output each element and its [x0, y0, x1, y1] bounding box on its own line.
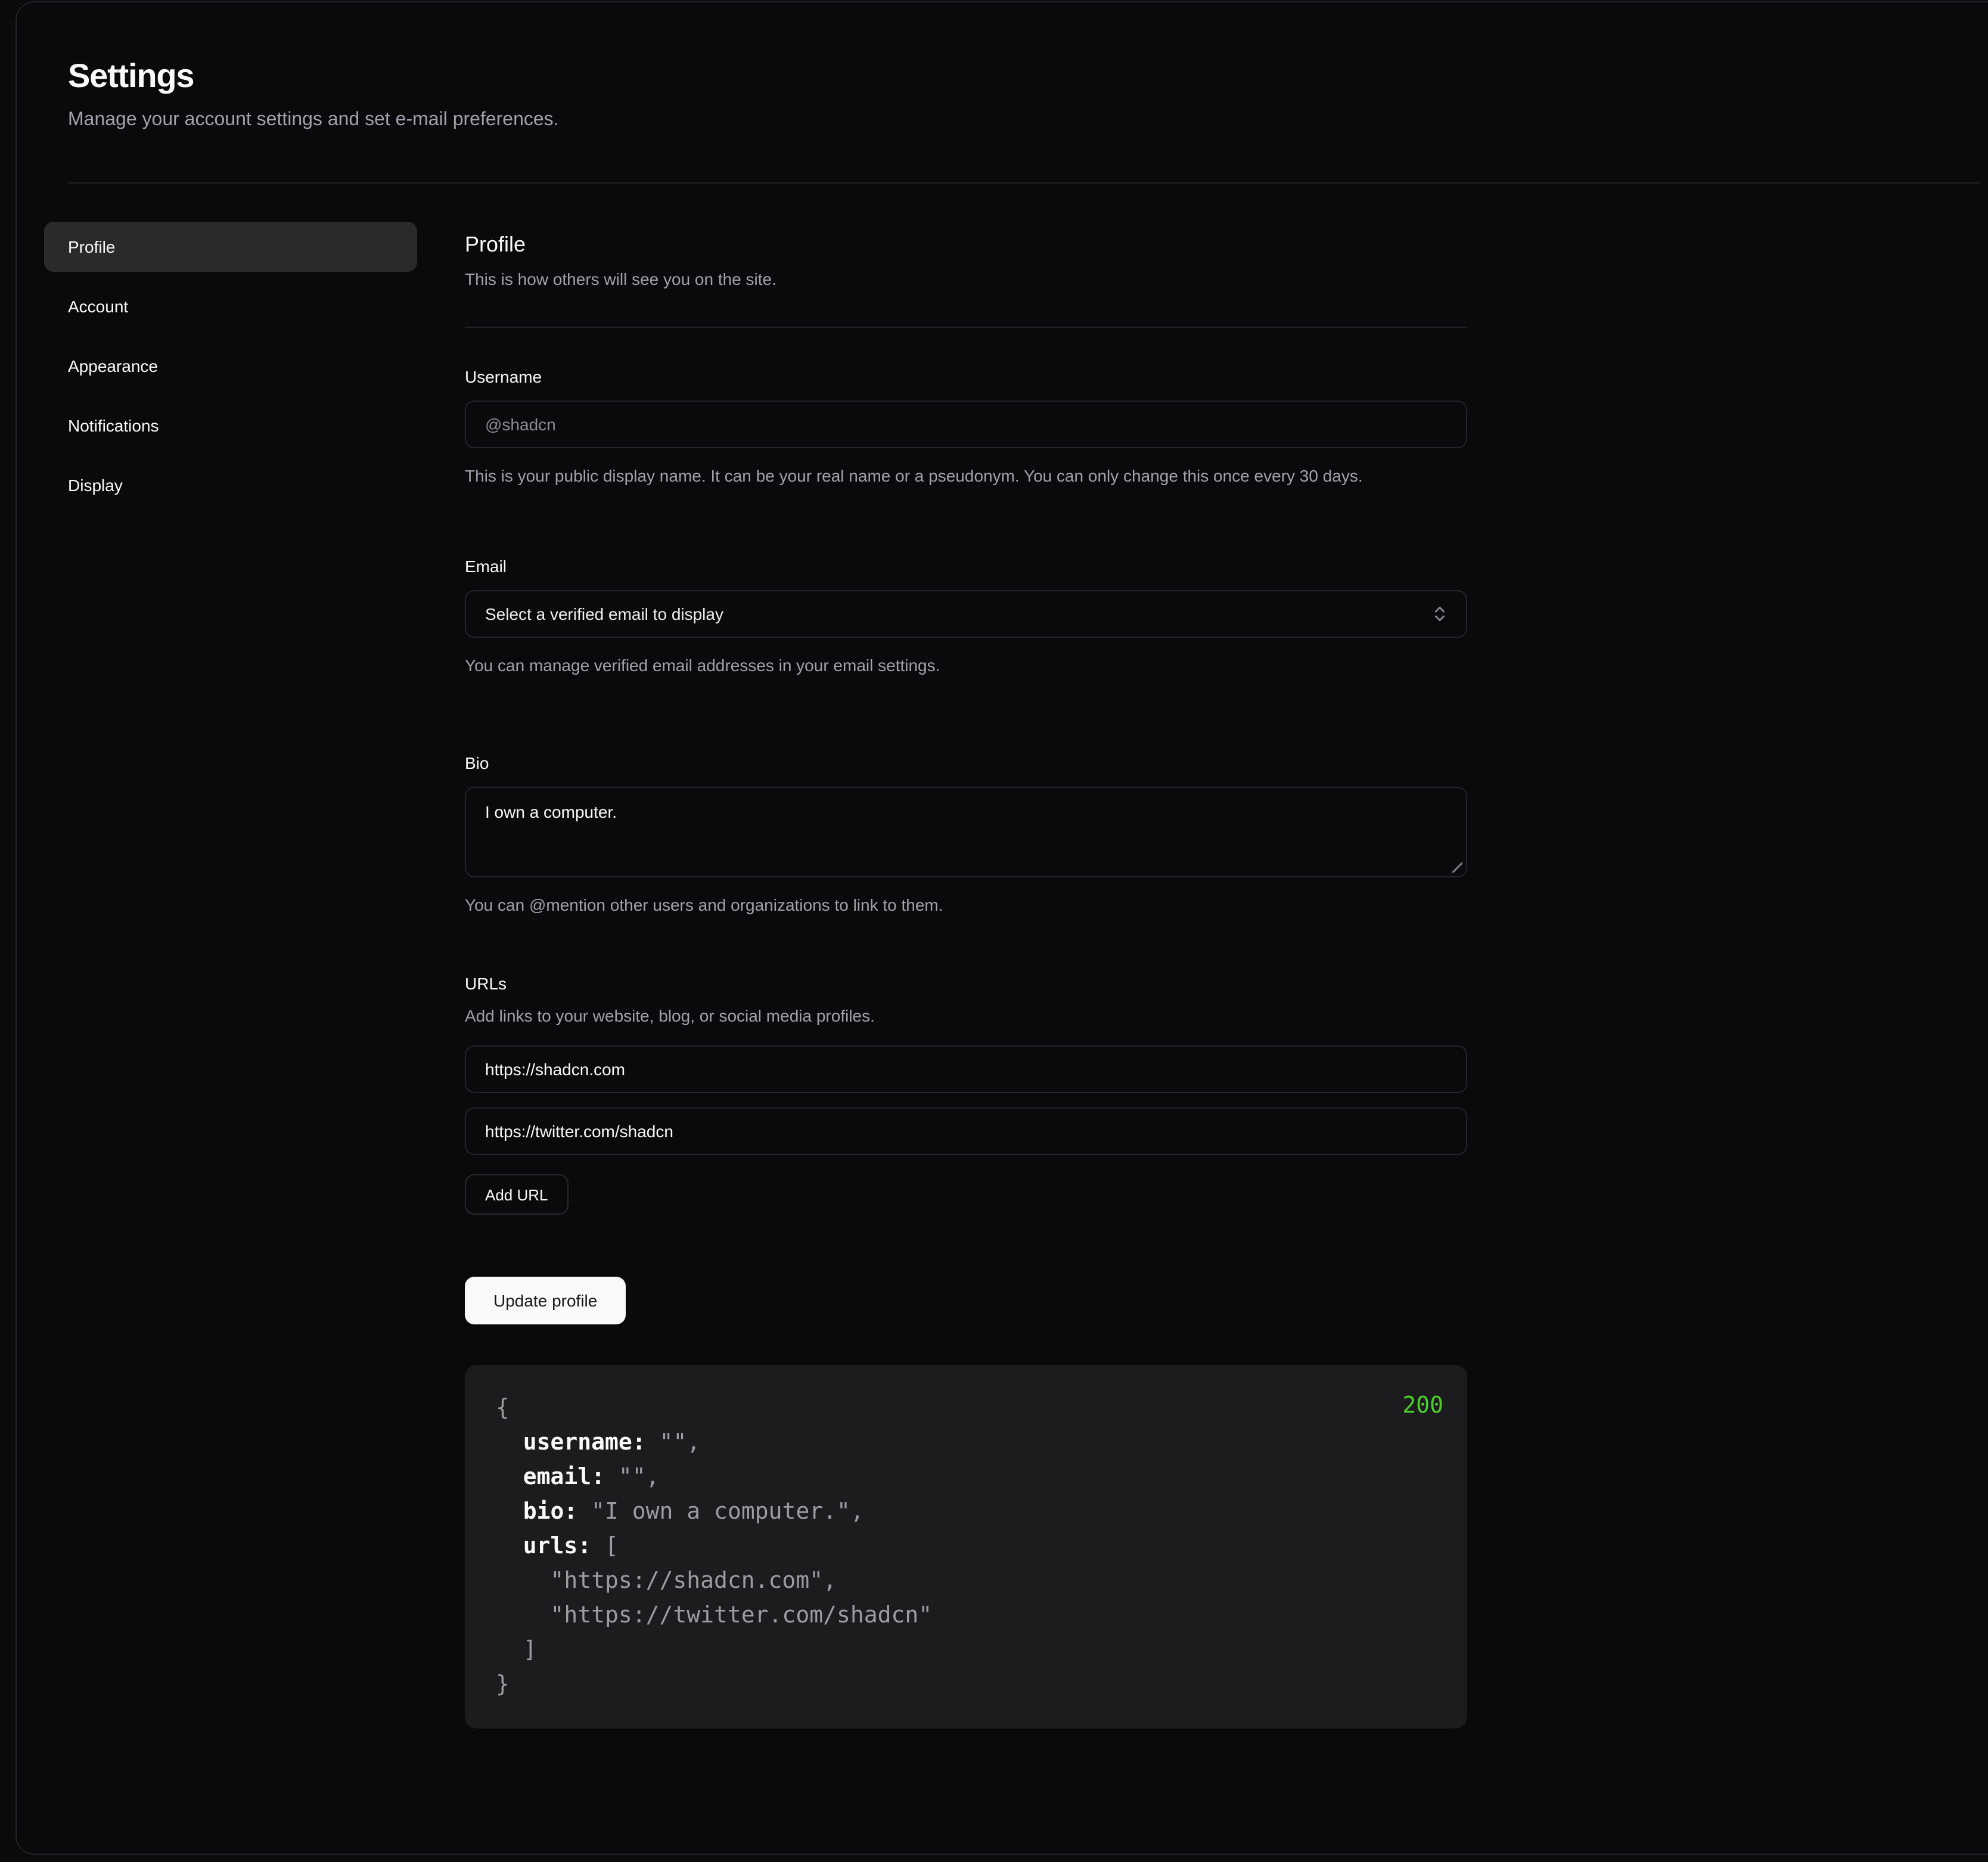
- urls-label: URLs: [465, 972, 1467, 995]
- email-field-group: Email Select a verified email to display…: [465, 554, 1467, 679]
- profile-section: Profile This is how others will see you …: [465, 222, 1467, 1728]
- url-input-1[interactable]: [465, 1107, 1467, 1155]
- username-label: Username: [465, 365, 1467, 389]
- settings-sidebar-nav: Profile Account Appearance Notifications…: [44, 222, 417, 1728]
- urls-field-group: URLs Add links to your website, blog, or…: [465, 972, 1467, 1215]
- section-title: Profile: [465, 228, 1467, 261]
- page-root: Settings Manage your account settings an…: [0, 0, 1988, 1862]
- page-title: Settings: [68, 55, 1939, 98]
- email-label: Email: [465, 554, 1467, 578]
- sidebar-item-account[interactable]: Account: [44, 281, 417, 331]
- username-field-group: Username This is your public display nam…: [465, 365, 1467, 490]
- settings-layout: Profile Account Appearance Notifications…: [68, 222, 1939, 1728]
- update-profile-button[interactable]: Update profile: [465, 1277, 626, 1324]
- email-help-text: You can manage verified email addresses …: [465, 652, 1418, 679]
- bio-label: Bio: [465, 751, 1467, 775]
- section-description: This is how others will see you on the s…: [465, 266, 1467, 292]
- bio-field-group: Bio I own a computer. You can @mention o…: [465, 751, 1467, 919]
- header-divider: [68, 182, 1980, 184]
- response-preview: 200 { username: "", email: "", bio: "I o…: [465, 1365, 1467, 1728]
- chevrons-up-down-icon: [1430, 604, 1449, 623]
- add-url-button[interactable]: Add URL: [465, 1174, 569, 1215]
- bio-textarea[interactable]: I own a computer.: [465, 787, 1467, 877]
- status-code-badge: 200: [1402, 1389, 1443, 1423]
- sidebar-item-display[interactable]: Display: [44, 460, 417, 510]
- response-json: { username: "", email: "", bio: "I own a…: [496, 1391, 1436, 1702]
- page-header: Settings Manage your account settings an…: [68, 55, 1939, 136]
- sidebar-item-appearance[interactable]: Appearance: [44, 341, 417, 391]
- page-subtitle: Manage your account settings and set e-m…: [68, 105, 1939, 136]
- username-input[interactable]: [465, 401, 1467, 448]
- sidebar-item-profile[interactable]: Profile: [44, 222, 417, 272]
- urls-description: Add links to your website, blog, or soci…: [465, 1003, 1467, 1029]
- bio-textarea-wrap: I own a computer.: [465, 787, 1467, 877]
- settings-panel: Settings Manage your account settings an…: [15, 1, 1988, 1855]
- email-select-value: Select a verified email to display: [485, 604, 723, 623]
- sidebar-item-notifications[interactable]: Notifications: [44, 401, 417, 451]
- url-input-0[interactable]: [465, 1045, 1467, 1093]
- username-help-text: This is your public display name. It can…: [465, 463, 1418, 490]
- bio-help-text: You can @mention other users and organiz…: [465, 892, 1418, 919]
- email-select[interactable]: Select a verified email to display: [465, 590, 1467, 638]
- section-divider: [465, 327, 1467, 328]
